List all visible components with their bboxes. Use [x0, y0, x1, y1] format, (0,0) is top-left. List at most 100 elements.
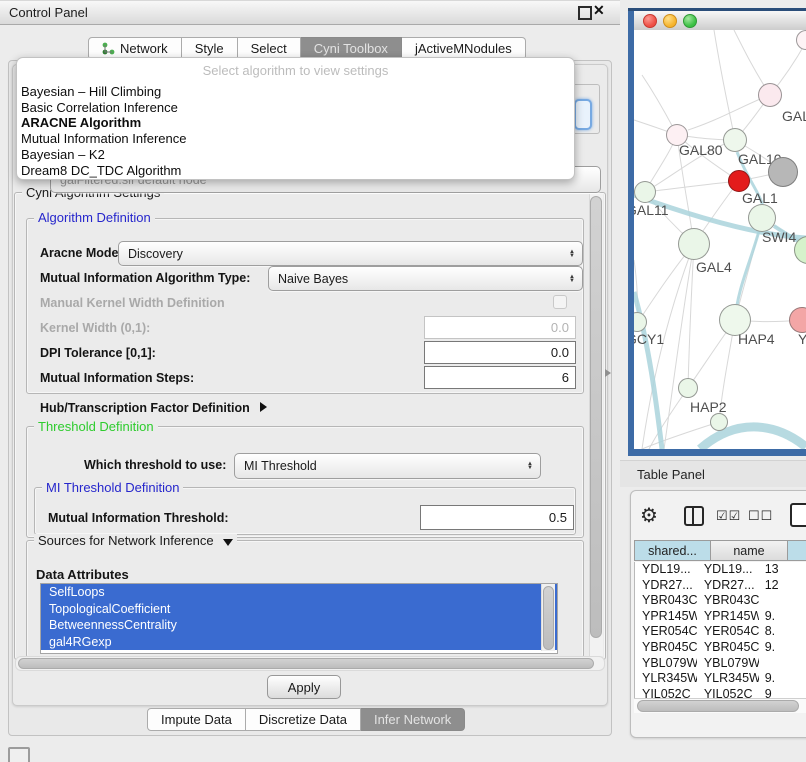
kernel-width-field[interactable]: 0.0 [424, 316, 576, 339]
select-all-checkboxes-icon[interactable]: ☑☑ [716, 508, 741, 524]
network-node-gal4[interactable] [678, 228, 710, 260]
network-node-gal[interactable] [758, 83, 782, 107]
mi-threshold-field[interactable]: 0.5 [420, 505, 574, 530]
combo-arrows-icon: ▲▼ [569, 275, 575, 283]
hub-definition-label: Hub/Transcription Factor Definition [40, 401, 250, 415]
table-row[interactable]: YDR27...YDR27...12 [635, 578, 806, 594]
aracne-mode-combobox[interactable]: Discovery ▲▼ [118, 241, 583, 266]
dropdown-item-dream8-dc-tdc-algorithm[interactable]: Dream8 DC_TDC Algorithm [17, 163, 574, 179]
table-function-icon[interactable] [790, 503, 806, 527]
manual-kernel-label: Manual Kernel Width Definition [40, 296, 225, 310]
table-row[interactable]: YBR045CYBR045C9. [635, 640, 806, 656]
table-cell: YBR045C [635, 640, 697, 656]
combo-arrows-icon: ▲▼ [527, 462, 533, 470]
table-row[interactable]: YBR043CYBR043C [635, 593, 806, 609]
dpi-tolerance-field[interactable]: 0.0 [424, 341, 576, 364]
mi-threshold-group-title: MI Threshold Definition [42, 481, 183, 494]
dropdown-placeholder: Select algorithm to view settings [17, 63, 574, 78]
sources-group-title[interactable]: Sources for Network Inference [34, 534, 237, 547]
panel-collapse-handle[interactable] [605, 369, 611, 377]
table-cell [759, 656, 806, 672]
network-node-label-gal4: GAL4 [696, 259, 732, 275]
data-attributes-list[interactable]: SelfLoopsTopologicalCoefficientBetweenne… [40, 583, 558, 654]
network-canvas[interactable]: GALGAL80GAL10GAL1GAL11SWI4GAL4GCY1HAP4YH… [634, 30, 806, 449]
mi-steps-field[interactable]: 6 [424, 366, 576, 389]
close-icon[interactable]: ✕ [593, 2, 605, 19]
mi-type-value: Naive Bayes [278, 272, 348, 286]
dropdown-item-aracne-algorithm[interactable]: ARACNE Algorithm [17, 115, 574, 131]
table-cell: 9 [759, 687, 806, 698]
settings-hscrollbar-thumb[interactable] [18, 658, 594, 669]
which-threshold-combobox[interactable]: MI Threshold ▲▼ [234, 453, 541, 479]
table-row[interactable]: YBL079WYBL079W [635, 656, 806, 672]
table-hscrollbar-thumb[interactable] [637, 700, 799, 712]
network-node-swi4[interactable] [748, 204, 776, 232]
table-column-header-name[interactable]: name [711, 540, 788, 561]
table-row[interactable]: YDL19...YDL19...13 [635, 562, 806, 578]
tab-infer-network[interactable]: Infer Network [361, 708, 465, 731]
zoom-traffic-light[interactable] [683, 14, 697, 28]
table-row[interactable]: YLR345WYLR345W9. [635, 671, 806, 687]
table-column-header-shared[interactable]: shared... [634, 540, 711, 561]
screen: Control Panel ✕ NetworkStyleSelectCyni T… [0, 0, 806, 762]
deselect-all-checkboxes-icon[interactable]: ☐☐ [748, 508, 773, 524]
network-node-gal10[interactable] [723, 128, 747, 152]
attributes-scrollbar-thumb[interactable] [543, 586, 554, 650]
float-panel-icon[interactable] [578, 6, 592, 20]
table-body: YDL19...YDL19...13YDR27...YDR27...12YBR0… [634, 562, 806, 698]
table-cell: YLR345W [697, 671, 759, 687]
network-node-label-swi4: SWI4 [762, 229, 796, 245]
dropdown-item-bayesian-hill-climbing[interactable]: Bayesian – Hill Climbing [17, 84, 574, 100]
table-cell: YBL079W [635, 656, 697, 672]
network-node-gal1[interactable] [728, 170, 750, 192]
network-node-hap2[interactable] [678, 378, 698, 398]
hub-definition-toggle[interactable]: Hub/Transcription Factor Definition [40, 399, 267, 417]
algorithm-definition-title: Algorithm Definition [34, 211, 155, 224]
network-node[interactable] [710, 413, 728, 431]
minimize-traffic-light[interactable] [663, 14, 677, 28]
network-node-gal11[interactable] [634, 181, 656, 203]
table-column-header-2[interactable] [788, 540, 806, 561]
apply-button[interactable]: Apply [267, 675, 341, 699]
sources-title-text: Sources for Network Inference [38, 533, 214, 548]
table-row[interactable]: YIL052CYIL052C9 [635, 687, 806, 698]
close-traffic-light[interactable] [643, 14, 657, 28]
network-window-titlebar[interactable] [634, 11, 806, 31]
network-node[interactable] [768, 157, 798, 187]
table-row[interactable]: YPR145WYPR145W9. [635, 609, 806, 625]
network-node-label-gal80: GAL80 [679, 142, 723, 158]
mi-type-combobox[interactable]: Naive Bayes ▲▼ [268, 266, 583, 291]
mi-threshold-value: 0.5 [549, 510, 567, 525]
table-cell: 13 [759, 562, 806, 578]
gear-icon[interactable]: ⚙ [640, 503, 658, 528]
table-cell: YDL19... [697, 562, 759, 578]
dropdown-item-basic-correlation-inference[interactable]: Basic Correlation Inference [17, 100, 574, 116]
tab-discretize-data[interactable]: Discretize Data [246, 708, 361, 731]
control-panel-titlebar: Control Panel ✕ [0, 0, 620, 25]
manual-kernel-checkbox[interactable] [553, 295, 567, 309]
attribute-item-selfloops[interactable]: SelfLoops [41, 584, 557, 601]
dropdown-item-mutual-information-inference[interactable]: Mutual Information Inference [17, 131, 574, 147]
tab-impute-data[interactable]: Impute Data [147, 708, 246, 731]
table-row[interactable]: YER054CYER054C8. [635, 624, 806, 640]
network-node-label-gal11: GAL11 [634, 202, 669, 218]
data-attributes-label: Data Attributes [36, 567, 129, 582]
table-cell: YDR27... [635, 578, 697, 594]
minimized-panel-icon[interactable] [8, 747, 30, 762]
tab-label: Select [251, 41, 287, 56]
table-cell: YPR145W [697, 609, 759, 625]
table-cell: 9. [759, 671, 806, 687]
dropdown-item-bayesian-k2[interactable]: Bayesian – K2 [17, 147, 574, 163]
attribute-item-topologicalcoefficient[interactable]: TopologicalCoefficient [41, 601, 557, 618]
tab-label: Infer Network [374, 712, 451, 727]
table-panel-header: Table Panel [620, 460, 806, 487]
table-cell: 8. [759, 624, 806, 640]
algorithm-dropdown[interactable]: Select algorithm to view settings Bayesi… [16, 57, 575, 180]
columns-icon[interactable] [684, 506, 704, 526]
hidden-focused-combobox-fragment[interactable] [574, 99, 592, 130]
dpi-tolerance-label: DPI Tolerance [0,1]: [40, 346, 156, 360]
attribute-item-betweennesscentrality[interactable]: BetweennessCentrality [41, 617, 557, 634]
settings-scrollbar-thumb[interactable] [590, 196, 602, 638]
attribute-item-gal4rgexp[interactable]: gal4RGexp [41, 634, 557, 651]
table-cell: YIL052C [697, 687, 759, 698]
